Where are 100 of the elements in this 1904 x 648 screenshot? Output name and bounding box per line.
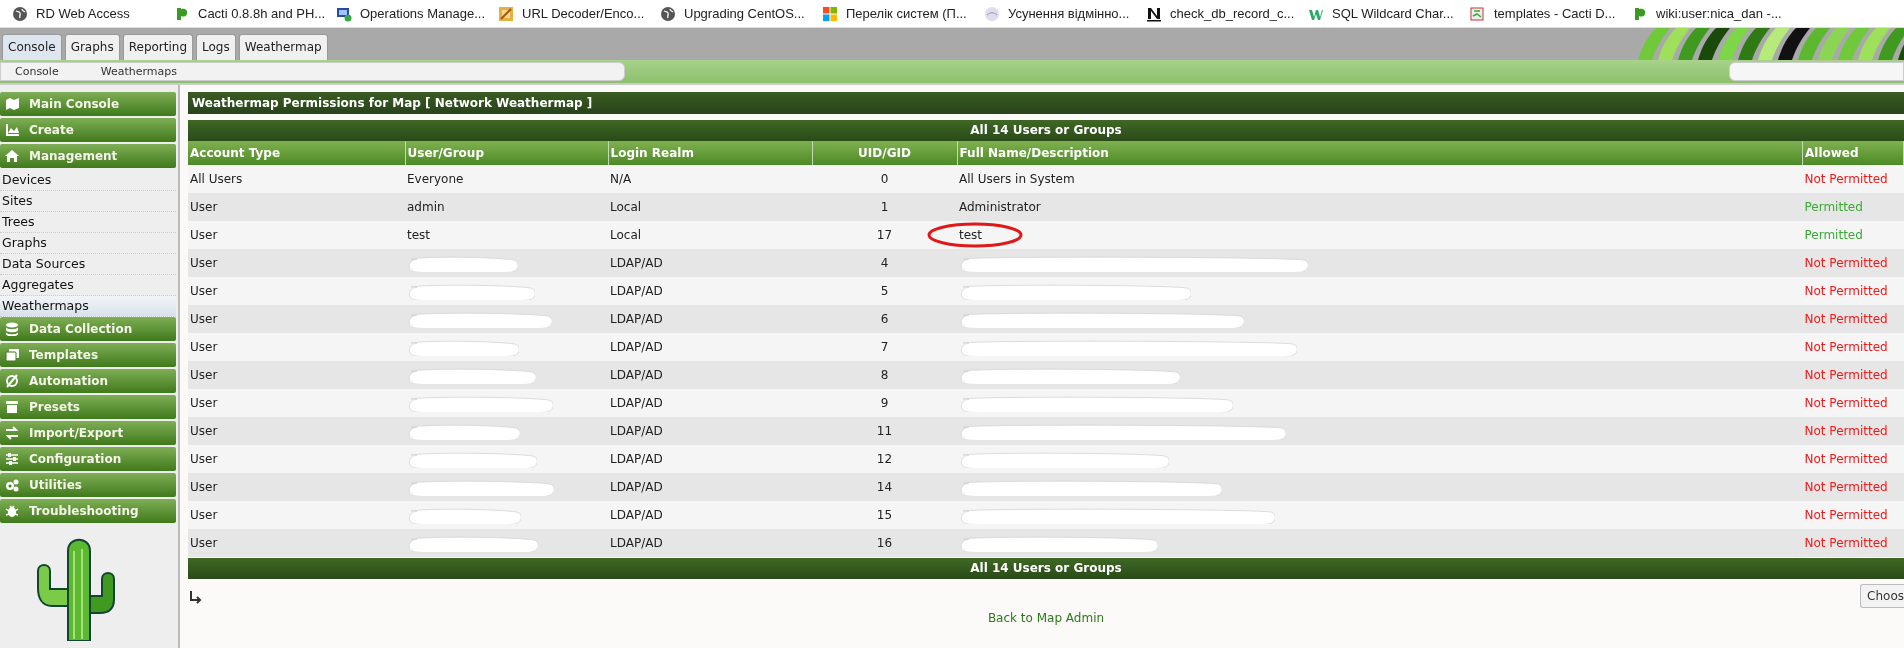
filter-field[interactable] <box>1729 62 1904 81</box>
sidebar-item[interactable]: Graphs <box>0 233 176 254</box>
bookmark-link[interactable]: RD Web Access <box>36 3 130 24</box>
table-cell: User <box>188 305 405 333</box>
sidebar-item[interactable]: Sites <box>0 191 176 212</box>
bookmark-link[interactable]: SQL Wildcard Char... <box>1332 3 1454 24</box>
circle-slash-icon <box>5 374 19 388</box>
table-cell: LDAP/AD <box>608 361 812 389</box>
sliders-icon <box>5 452 19 466</box>
table-cell: 4 <box>812 249 957 277</box>
table-cell: User <box>188 501 405 529</box>
table-cell: 6 <box>812 305 957 333</box>
bookmark-link[interactable]: Operations Manage... <box>360 3 486 24</box>
table-cell: LDAP/AD <box>608 473 812 501</box>
table-cell: admin <box>407 200 445 214</box>
table-cell: All Users in System <box>959 172 1075 186</box>
table-cell: LDAP/AD <box>608 277 812 305</box>
permission-status: Not Permitted <box>1802 389 1904 417</box>
panel-title: Weathermap Permissions for Map [ Network Weathermap ] <box>188 92 1904 114</box>
windows-icon <box>822 5 838 22</box>
bookmark-link[interactable]: Усунення відмінно... <box>1008 3 1130 24</box>
table-cell: 12 <box>812 445 957 473</box>
letter-n-icon <box>1146 5 1162 22</box>
table-cell: 17 <box>812 221 957 249</box>
table-cell: Administrator <box>959 200 1041 214</box>
bookmark-link[interactable]: templates - Cacti D... <box>1494 3 1616 24</box>
permission-status: Not Permitted <box>1802 445 1904 473</box>
nav-tab[interactable]: Reporting <box>122 34 194 60</box>
table-cell: LDAP/AD <box>608 445 812 473</box>
table-cell: User <box>188 221 405 249</box>
sidebar-item[interactable]: Weathermaps <box>0 296 176 317</box>
table-cell: test <box>407 228 431 242</box>
square-icon <box>498 5 514 22</box>
sidebar-item[interactable]: Trees <box>0 212 176 233</box>
arrows-icon <box>5 426 19 440</box>
sidebar-item[interactable]: Devices <box>0 170 176 191</box>
permission-status: Not Permitted <box>1802 529 1904 557</box>
table-cell: User <box>188 445 405 473</box>
database-icon <box>5 322 19 336</box>
bookmark-link[interactable]: check_db_record_c... <box>1170 3 1295 24</box>
table-cell: N/A <box>608 165 812 193</box>
permission-status: Permitted <box>1802 221 1904 249</box>
house-icon <box>5 149 19 163</box>
bookmark-link[interactable]: Upgrading CentOS... <box>684 3 805 24</box>
group-header: All 14 Users or Groups <box>188 120 1904 141</box>
table-cell: 1 <box>812 193 957 221</box>
nav-tab[interactable]: Logs <box>196 34 236 60</box>
map-icon <box>5 97 19 111</box>
table-cell: LDAP/AD <box>608 501 812 529</box>
table-cell: User <box>188 277 405 305</box>
nav-tab[interactable]: Graphs <box>64 34 120 60</box>
back-link[interactable]: Back to Map Admin <box>987 609 1105 627</box>
globe-icon <box>12 5 28 22</box>
chart-icon <box>5 123 19 137</box>
table-cell: Everyone <box>407 172 464 186</box>
monitor-icon <box>336 5 352 22</box>
nav-tab[interactable]: Console <box>2 34 62 60</box>
sidebar-item[interactable]: Data Sources <box>0 254 176 275</box>
table-cell: 8 <box>812 361 957 389</box>
permission-status: Not Permitted <box>1802 305 1904 333</box>
bug-icon <box>5 504 19 518</box>
table-cell: User <box>188 417 405 445</box>
permission-status: Not Permitted <box>1802 249 1904 277</box>
return-arrow-icon <box>188 588 203 604</box>
permission-status: Not Permitted <box>1802 333 1904 361</box>
bookmark-link[interactable]: Перелік систем (П... <box>846 3 967 24</box>
table-cell: 14 <box>812 473 957 501</box>
group-footer: All 14 Users or Groups <box>188 558 1904 579</box>
permission-status: Not Permitted <box>1802 165 1904 193</box>
permission-status: Not Permitted <box>1802 361 1904 389</box>
table-cell: test <box>959 228 983 242</box>
table-cell: LDAP/AD <box>608 305 812 333</box>
table-cell: User <box>188 529 405 557</box>
leaf-icon <box>1632 5 1648 22</box>
table-cell: 0 <box>812 165 957 193</box>
table-cell: 7 <box>812 333 957 361</box>
table-cell: User <box>188 361 405 389</box>
table-cell: 11 <box>812 417 957 445</box>
table-cell: LDAP/AD <box>608 529 812 557</box>
choose-button[interactable]: Choos <box>1860 584 1904 608</box>
copy-icon <box>5 348 19 362</box>
globe-icon <box>660 5 676 22</box>
table-cell: User <box>188 249 405 277</box>
bookmark-link[interactable]: URL Decoder/Enco... <box>522 3 645 24</box>
circle-icon <box>984 5 1000 22</box>
table-cell: User <box>188 389 405 417</box>
bookmark-link[interactable]: wiki:user:nica_dan -... <box>1656 3 1782 24</box>
table-cell: LDAP/AD <box>608 333 812 361</box>
box-icon <box>5 400 19 414</box>
bookmark-link[interactable]: Cacti 0.8.8h and PH... <box>198 3 326 24</box>
table-cell: 9 <box>812 389 957 417</box>
table-cell: 5 <box>812 277 957 305</box>
table-cell: User <box>188 473 405 501</box>
nav-tab[interactable]: Weathermap <box>238 34 328 60</box>
table-cell: 16 <box>812 529 957 557</box>
permission-status: Not Permitted <box>1802 473 1904 501</box>
table-cell: All Users <box>188 165 405 193</box>
permission-status: Not Permitted <box>1802 417 1904 445</box>
table-cell: 15 <box>812 501 957 529</box>
table-cell: LDAP/AD <box>608 249 812 277</box>
